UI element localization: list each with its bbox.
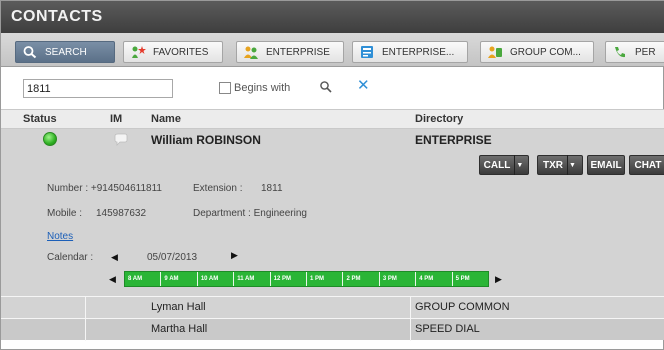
im-chat-icon[interactable] — [113, 133, 129, 147]
contact-directory: ENTERPRISE — [415, 133, 492, 147]
column-header-status[interactable]: Status — [23, 113, 57, 125]
extension-value[interactable]: 1811 — [261, 183, 283, 194]
personal-phone-icon — [612, 45, 628, 59]
time-slot[interactable]: 8 AM — [125, 272, 162, 286]
time-slot[interactable]: 2 PM — [343, 272, 380, 286]
notes-link[interactable]: Notes — [47, 231, 73, 242]
department: Department : Engineering — [193, 208, 307, 219]
table-row[interactable]: Martha Hall SPEED DIAL — [1, 318, 664, 341]
chat-button-label: CHAT — [634, 159, 662, 171]
people-icon — [243, 45, 259, 59]
time-slot[interactable]: 3 PM — [380, 272, 417, 286]
time-slot[interactable]: 1 PM — [307, 272, 344, 286]
presence-status-icon — [43, 132, 57, 146]
time-slot[interactable]: 9 AM — [161, 272, 198, 286]
tab-personal[interactable]: PER — [605, 41, 664, 63]
begins-with-checkbox[interactable] — [219, 82, 231, 94]
table-row[interactable]: Lyman Hall GROUP COMMON — [1, 296, 664, 319]
time-slot[interactable]: 4 PM — [416, 272, 453, 286]
calendar-prev-icon[interactable]: ◀ — [111, 252, 118, 263]
group-common-icon — [487, 45, 503, 59]
tab-group-common[interactable]: GROUP COM... — [480, 41, 594, 63]
column-header-name[interactable]: Name — [151, 113, 181, 125]
contact-name: William ROBINSON — [151, 133, 261, 147]
tab-label: GROUP COM... — [510, 46, 581, 58]
tab-label: SEARCH — [45, 46, 87, 58]
search-row: Begins with ✕ — [1, 75, 664, 101]
mobile-label: Mobile : — [47, 208, 83, 219]
tab-favorites[interactable]: FAVORITES — [123, 41, 223, 63]
directory-book-icon — [359, 45, 375, 59]
tab-bar: SEARCH FAVORITES ENTERPRISE ENTERPRISE..… — [1, 33, 664, 67]
column-header-im[interactable]: IM — [110, 113, 122, 125]
table-header: Status IM Name Directory — [1, 109, 664, 129]
tab-enterprise[interactable]: ENTERPRISE — [236, 41, 344, 63]
row-name: Lyman Hall — [151, 301, 206, 313]
search-input[interactable] — [23, 79, 173, 98]
call-button[interactable]: CALL ▼ — [479, 155, 529, 175]
tab-enterprise-directory[interactable]: ENTERPRISE... — [352, 41, 468, 63]
timeline-next-icon[interactable]: ▶ — [495, 274, 502, 285]
tab-label: ENTERPRISE... — [382, 46, 455, 58]
email-button[interactable]: EMAIL — [587, 155, 625, 175]
search-icon[interactable] — [319, 80, 333, 94]
time-slot[interactable]: 12 PM — [271, 272, 308, 286]
email-button-label: EMAIL — [590, 159, 622, 171]
tab-label: PER — [635, 46, 656, 58]
panel-title-bar: CONTACTS — [1, 1, 664, 33]
call-button-label: CALL — [483, 159, 511, 171]
time-slot[interactable]: 10 AM — [198, 272, 235, 286]
time-slot[interactable]: 11 AM — [234, 272, 271, 286]
mobile-value[interactable]: 145987632 — [96, 208, 146, 219]
panel-title: CONTACTS — [11, 8, 103, 25]
transfer-button[interactable]: TXR ▼ — [537, 155, 583, 175]
calendar-next-icon[interactable]: ▶ — [231, 250, 238, 261]
search-icon — [22, 45, 38, 59]
clear-icon[interactable]: ✕ — [357, 78, 370, 94]
calendar-timeline: 8 AM 9 AM 10 AM 11 AM 12 PM 1 PM 2 PM 3 … — [124, 271, 489, 287]
chat-button[interactable]: CHAT — [629, 155, 664, 175]
tab-label: ENTERPRISE — [266, 46, 330, 58]
time-slot[interactable]: 5 PM — [453, 272, 488, 286]
row-name: Martha Hall — [151, 323, 208, 335]
calendar-date: 05/07/2013 — [147, 252, 198, 263]
contacts-panel: CONTACTS SEARCH FAVORITES ENTERPRISE ENT… — [0, 0, 664, 350]
column-header-directory[interactable]: Directory — [415, 113, 463, 125]
contact-number[interactable]: Number : +914504611811 — [47, 183, 162, 194]
begins-with-label: Begins with — [234, 82, 291, 94]
tab-search[interactable]: SEARCH — [15, 41, 115, 63]
favorites-star-icon — [130, 45, 146, 59]
row-directory: SPEED DIAL — [415, 323, 480, 335]
chevron-down-icon[interactable]: ▼ — [514, 155, 524, 175]
row-directory: GROUP COMMON — [415, 301, 510, 313]
timeline-prev-icon[interactable]: ◀ — [109, 274, 116, 285]
calendar-label: Calendar : — [47, 252, 94, 263]
extension-label: Extension : — [193, 183, 243, 194]
chevron-down-icon[interactable]: ▼ — [567, 155, 577, 175]
transfer-button-label: TXR — [543, 159, 563, 171]
tab-label: FAVORITES — [153, 46, 209, 58]
expanded-contact-row[interactable]: William ROBINSON ENTERPRISE CALL ▼ TXR ▼… — [1, 129, 664, 296]
